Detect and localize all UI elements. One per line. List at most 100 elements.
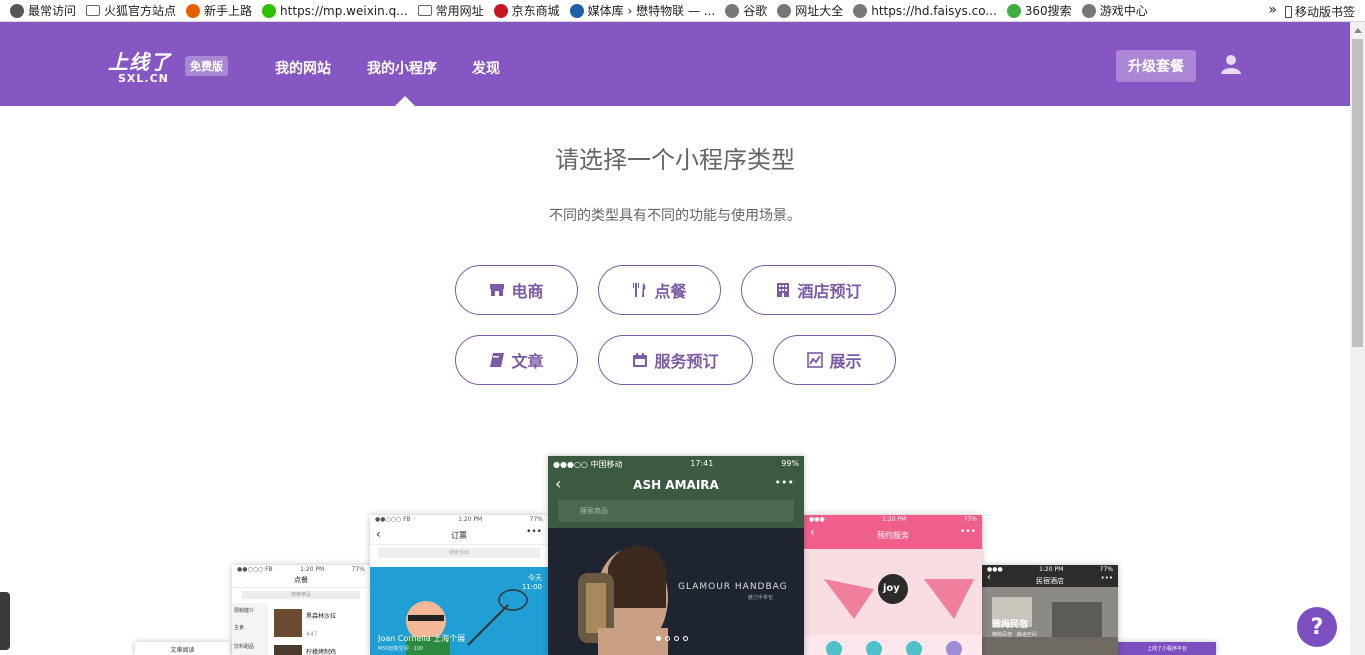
ticket-clock: 11:00 [521, 583, 542, 591]
order-status-left: ●●○○○ FB [237, 566, 273, 573]
type-article-label: 文章 [511, 352, 544, 371]
nav-discover[interactable]: 发现 [472, 58, 500, 78]
globe-icon [777, 3, 792, 18]
scrollbar-thumb[interactable] [1352, 39, 1363, 347]
hotel-back-icon[interactable]: ‹ [987, 572, 991, 583]
bookmark-7[interactable]: 谷歌 [725, 2, 767, 19]
nav-my-sites[interactable]: 我的网站 [275, 58, 331, 78]
free-plan-badge: 免费版 [185, 56, 228, 76]
ticket-more-icon[interactable]: ••• [526, 527, 542, 537]
hotel-caption2: 精致民宿 · 静谧空间 [992, 632, 1037, 638]
scroll-up-arrow[interactable] [1354, 28, 1362, 33]
order-battery: 77% [351, 566, 365, 573]
center-battery: 99% [781, 459, 799, 468]
center-search[interactable]: 搜索商品 [558, 500, 794, 522]
phone-preview-service: ●●● 1:20 PM 77% ‹ 预约服务 ••• joy [804, 515, 982, 655]
bookmark-8[interactable]: 网址大全 [777, 2, 843, 19]
bookmark-label: 京东商城 [511, 4, 560, 18]
bookmark-11[interactable]: 游戏中心 [1081, 2, 1148, 19]
bookmarks-overflow-button[interactable]: » [1268, 2, 1277, 18]
bookmarks-toolbar: 最常访问 火狐官方站点 新手上路 https://mp.weixin.q... 常用网址… [0, 0, 1365, 22]
type-ordering-button[interactable]: 点餐 [598, 265, 721, 315]
bookmark-4[interactable]: 常用网址 [417, 2, 484, 19]
ticket-search: 搜索活动 [378, 548, 540, 558]
upgrade-button[interactable]: 升级套餐 [1116, 50, 1196, 82]
article-title: 文章阅读 [170, 647, 195, 654]
site-header: 上线了 SXL.CN 免费版 我的网站 我的小程序 发现 升级套餐 [0, 22, 1350, 106]
bookmark-label: https://hd.faisys.co... [871, 3, 997, 18]
ticket-caption: Joan Cornella 上海个展 [378, 634, 466, 643]
mobile-icon [1284, 5, 1292, 18]
center-more-icon[interactable]: ••• [775, 476, 794, 489]
calendar-icon [633, 353, 648, 367]
dish-name-1: 黑森林沙拉 [306, 613, 337, 620]
jd-icon [493, 3, 508, 18]
type-ecommerce-label: 电商 [511, 282, 544, 301]
bookmark-9[interactable]: https://hd.faisys.co... [853, 3, 997, 18]
globe-icon [725, 3, 740, 18]
center-carrier: ●●●○○ 中国移动 [553, 460, 623, 469]
chart-icon [807, 352, 824, 368]
type-ecommerce-button[interactable]: 电商 [455, 265, 578, 315]
bookmark-label: 360搜索 [1024, 4, 1072, 18]
user-icon[interactable] [1220, 54, 1242, 78]
phone-preview-ticket: ●●○○○ FB 1:20 PM 77% ‹ 订票 ••• 搜索活动 今天 11:00… [370, 515, 548, 655]
hotel-title: 民宿酒店 [1036, 577, 1064, 585]
bookmark-label: 谷歌 [743, 4, 768, 18]
service-title: 预约服务 [877, 531, 909, 540]
bookmark-6[interactable]: 媒体库 › 懋特物联 — ... [569, 2, 716, 19]
bookmark-label: 新手上路 [204, 4, 253, 18]
type-article-button[interactable]: 文章 [455, 335, 578, 385]
type-showcase-button[interactable]: 展示 [773, 335, 896, 385]
globe-icon [853, 3, 868, 18]
book-icon [490, 353, 505, 367]
mobile-bookmarks-label: 移动版书签 [1294, 5, 1355, 19]
bookmark-0[interactable]: 最常访问 [10, 2, 76, 19]
carousel-dots[interactable] [656, 636, 688, 641]
help-button[interactable]: ? [1297, 607, 1337, 647]
wechat-icon [262, 3, 277, 18]
firefox-icon [186, 3, 201, 18]
service-joy-text: joy [883, 583, 900, 594]
bookmark-2[interactable]: 新手上路 [186, 2, 252, 19]
service-time: 1:20 PM [882, 516, 907, 523]
folder-icon [86, 5, 101, 16]
side-widget[interactable] [0, 592, 10, 650]
sxl-logo[interactable]: 上线了 SXL.CN [108, 46, 171, 85]
bookmark-1[interactable]: 火狐官方站点 [86, 2, 176, 19]
phone-preview-far-right: 上线了小程序平台 [1118, 642, 1216, 655]
folder-icon [417, 5, 432, 16]
mobile-bookmarks[interactable]: 移动版书签 [1284, 3, 1355, 20]
globe-icon [1081, 3, 1096, 18]
bookmark-3[interactable]: https://mp.weixin.q... [262, 3, 408, 18]
type-hotel-button[interactable]: 酒店预订 [741, 265, 896, 315]
center-banner-text: GLAMOUR HANDBAG [678, 582, 788, 592]
order-time: 1:20 PM [300, 566, 325, 573]
type-ordering-label: 点餐 [654, 282, 687, 301]
logo-sub: SXL.CN [118, 72, 169, 85]
bookmark-10[interactable]: 360搜索 [1006, 2, 1072, 19]
ticket-title: 订票 [451, 531, 467, 540]
phone-preview-hotel: ●●● 1:20 PM 77% ‹ 民宿酒店 ••• 雅梅民宿 精致民宿 · 静谧空… [982, 565, 1118, 655]
hotel-more-icon[interactable]: ••• [1101, 574, 1113, 582]
nav-my-miniprograms[interactable]: 我的小程序 [367, 58, 437, 78]
order-title: 点餐 [232, 575, 370, 588]
service-back-icon[interactable]: ‹ [810, 525, 815, 539]
ticket-battery: 77% [529, 516, 543, 523]
bookmark-label: 火狐官方站点 [104, 4, 177, 18]
bookmark-label: 媒体库 › 懋特物联 — ... [587, 4, 716, 18]
type-service-booking-label: 服务预订 [654, 352, 719, 371]
order-category-1: 限制健介 [234, 608, 255, 614]
ticket-caption2: M50创意空间 · 100 [378, 646, 423, 652]
dish-photo-2 [274, 645, 302, 655]
order-category-2: 主食 [234, 625, 245, 631]
page-title: 请选择一个小程序类型 [555, 146, 795, 174]
bookmark-5[interactable]: 京东商城 [493, 2, 560, 19]
hotel-battery: 77% [1099, 566, 1113, 573]
page-scrollbar[interactable] [1350, 22, 1365, 655]
type-service-booking-button[interactable]: 服务预订 [598, 335, 753, 385]
ticket-back-icon[interactable]: ‹ [376, 527, 381, 541]
service-more-icon[interactable]: ••• [960, 527, 976, 537]
360-icon [1006, 3, 1021, 18]
center-back-icon[interactable]: ‹ [555, 474, 561, 493]
